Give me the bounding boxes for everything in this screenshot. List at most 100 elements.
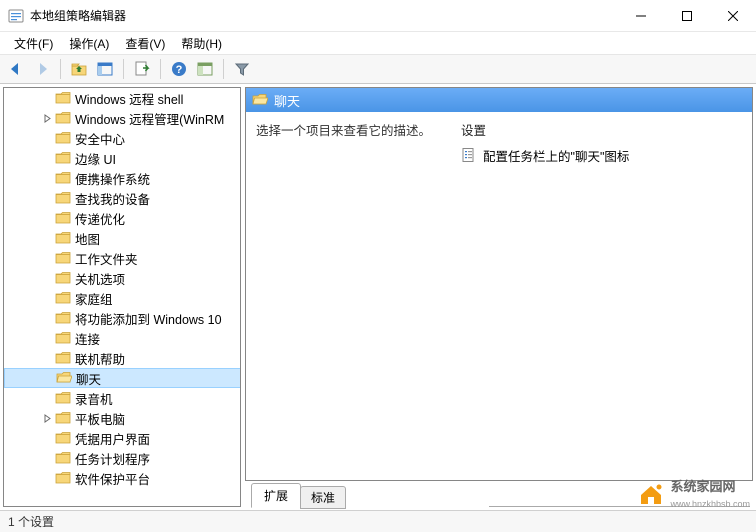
window-controls	[618, 0, 756, 31]
tree-item[interactable]: 平板电脑	[4, 408, 241, 428]
menubar: 文件(F) 操作(A) 查看(V) 帮助(H)	[0, 32, 756, 54]
tree-item[interactable]: 家庭组	[4, 288, 241, 308]
folder-open-icon	[56, 371, 72, 385]
expand-icon	[40, 391, 54, 405]
tree-item[interactable]: Windows 远程 shell	[4, 88, 241, 108]
tree-item[interactable]: 地图	[4, 228, 241, 248]
tree-pane[interactable]: Windows 远程 shell Windows 远程管理(WinRM 安全中心…	[3, 87, 241, 507]
expand-icon[interactable]	[40, 111, 54, 125]
close-button[interactable]	[710, 0, 756, 31]
toolbar-separator	[123, 59, 124, 79]
expand-icon	[40, 171, 54, 185]
tree-item[interactable]: 录音机	[4, 388, 241, 408]
tree-item[interactable]: 关机选项	[4, 268, 241, 288]
tree-item[interactable]: 聊天	[4, 368, 241, 388]
tree-item-label: 边缘 UI	[75, 149, 116, 168]
tree-item[interactable]: 将功能添加到 Windows 10	[4, 308, 241, 328]
tree-item[interactable]: 连接	[4, 328, 241, 348]
back-button[interactable]	[4, 57, 28, 81]
folder-icon	[55, 191, 71, 205]
tree-item-label: 地图	[75, 229, 100, 248]
expand-icon	[40, 431, 54, 445]
folder-icon	[55, 291, 71, 305]
expand-icon[interactable]	[40, 411, 54, 425]
toolbar: ?	[0, 54, 756, 84]
folder-icon	[55, 431, 71, 445]
expand-icon	[40, 231, 54, 245]
folder-icon	[55, 151, 71, 165]
details-header-title: 聊天	[274, 91, 300, 110]
folder-icon	[55, 211, 71, 225]
expand-icon	[40, 351, 54, 365]
filter-button[interactable]	[230, 57, 254, 81]
maximize-button[interactable]	[664, 0, 710, 31]
details-header: 聊天	[246, 88, 752, 112]
folder-icon	[55, 271, 71, 285]
expand-icon	[40, 451, 54, 465]
forward-button[interactable]	[30, 57, 54, 81]
description-column: 选择一个项目来查看它的描述。	[246, 112, 451, 480]
tree-item[interactable]: 联机帮助	[4, 348, 241, 368]
tree-item-label: 联机帮助	[75, 349, 125, 368]
folder-icon	[55, 451, 71, 465]
tree-item[interactable]: 便携操作系统	[4, 168, 241, 188]
titlebar: 本地组策略编辑器	[0, 0, 756, 32]
window-title: 本地组策略编辑器	[30, 7, 618, 24]
setting-item[interactable]: 配置任务栏上的"聊天"图标	[461, 145, 742, 165]
extended-view-button[interactable]	[193, 57, 217, 81]
tab-standard[interactable]: 标准	[300, 486, 346, 509]
tab-extended[interactable]: 扩展	[251, 483, 301, 508]
tree-item-label: 关机选项	[75, 269, 125, 288]
right-pane: 聊天 选择一个项目来查看它的描述。 设置	[245, 87, 753, 507]
tree-item-label: 查找我的设备	[75, 189, 150, 208]
folder-icon	[55, 411, 71, 425]
policy-icon	[461, 147, 477, 163]
tree-item-label: 聊天	[76, 369, 101, 388]
description-prompt: 选择一个项目来查看它的描述。	[256, 124, 431, 138]
settings-column-header: 设置	[461, 120, 742, 139]
tree-item-label: Windows 远程 shell	[75, 89, 183, 108]
folder-icon	[55, 391, 71, 405]
show-hide-tree-button[interactable]	[93, 57, 117, 81]
content-area: Windows 远程 shell Windows 远程管理(WinRM 安全中心…	[0, 84, 756, 510]
folder-icon	[55, 331, 71, 345]
tree-item[interactable]: 任务计划程序	[4, 448, 241, 468]
expand-icon	[40, 131, 54, 145]
details-body: 选择一个项目来查看它的描述。 设置	[246, 112, 752, 480]
tree-item[interactable]: Windows 远程管理(WinRM	[4, 108, 241, 128]
tree-item-label: 安全中心	[75, 129, 125, 148]
menu-view[interactable]: 查看(V)	[117, 33, 173, 54]
tree-item[interactable]: 查找我的设备	[4, 188, 241, 208]
expand-icon	[40, 191, 54, 205]
tree-item[interactable]: 软件保护平台	[4, 468, 241, 488]
menu-help[interactable]: 帮助(H)	[173, 33, 230, 54]
expand-icon	[40, 331, 54, 345]
tree-item[interactable]: 边缘 UI	[4, 148, 241, 168]
expand-icon	[40, 91, 54, 105]
expand-icon	[40, 251, 54, 265]
help-button[interactable]: ?	[167, 57, 191, 81]
tree-item[interactable]: 工作文件夹	[4, 248, 241, 268]
tree-item-label: 将功能添加到 Windows 10	[75, 309, 222, 328]
expand-icon	[40, 271, 54, 285]
tree-item-label: 任务计划程序	[75, 449, 150, 468]
tree-item[interactable]: 传递优化	[4, 208, 241, 228]
folder-icon	[55, 251, 71, 265]
folder-icon	[55, 91, 71, 105]
statusbar-text: 1 个设置	[8, 513, 54, 530]
tree-item[interactable]: 安全中心	[4, 128, 241, 148]
minimize-button[interactable]	[618, 0, 664, 31]
toolbar-separator	[160, 59, 161, 79]
expand-icon	[40, 211, 54, 225]
toolbar-separator	[223, 59, 224, 79]
tree-item-label: 工作文件夹	[75, 249, 138, 268]
menu-action[interactable]: 操作(A)	[61, 33, 117, 54]
up-folder-button[interactable]	[67, 57, 91, 81]
expand-icon	[40, 311, 54, 325]
expand-icon	[40, 151, 54, 165]
tree-item[interactable]: 凭据用户界面	[4, 428, 241, 448]
menu-file[interactable]: 文件(F)	[6, 33, 61, 54]
export-list-button[interactable]	[130, 57, 154, 81]
expand-icon	[40, 471, 54, 485]
tree-item-label: 平板电脑	[75, 409, 125, 428]
